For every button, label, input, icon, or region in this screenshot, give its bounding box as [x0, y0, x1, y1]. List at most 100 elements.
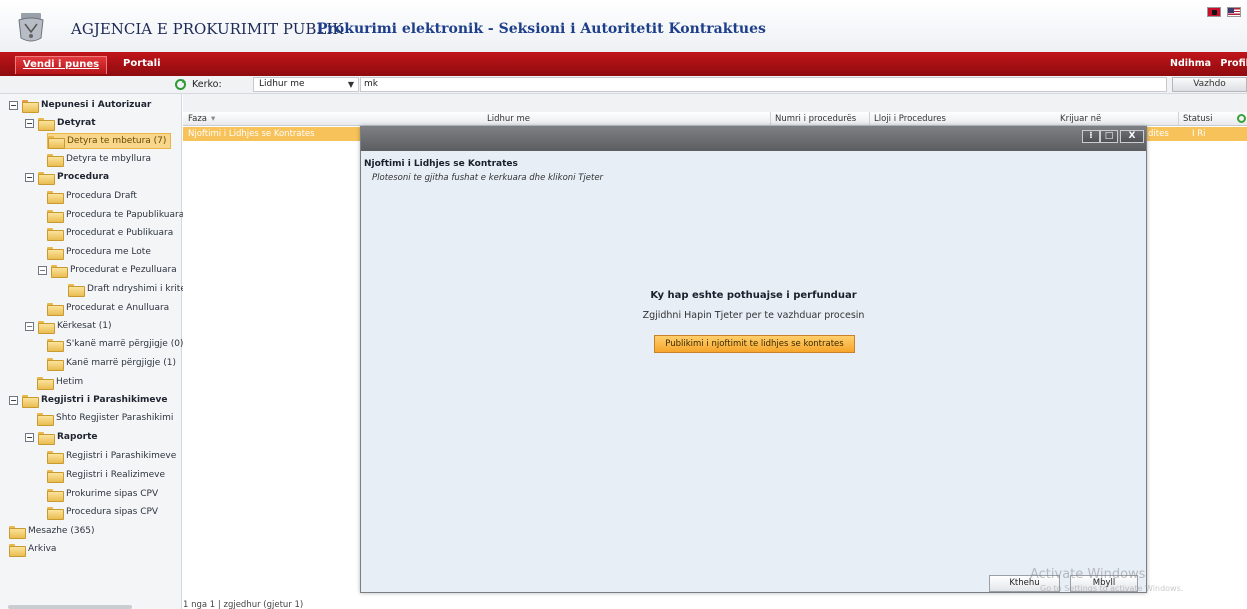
folder-icon: [47, 488, 64, 502]
dialog-close-icon[interactable]: X: [1120, 130, 1144, 143]
column-header-lloji[interactable]: Lloji i Procedures: [874, 114, 946, 124]
tree-node-procedurat-e-publikuara[interactable]: Procedurat e Publikuara: [47, 225, 173, 241]
header: AGJENCIA E PROKURIMIT PUBLIK Prokurimi e…: [0, 0, 1247, 52]
tree-node-detyra-te-mbyllura[interactable]: Detyra te mbyllura: [47, 151, 151, 167]
tree-node-regjistri-realizimeve[interactable]: Regjistri i Realizimeve: [47, 467, 165, 483]
dialog-titlebar[interactable]: ⁝ □ X: [361, 127, 1146, 151]
tree-node-regjistri-i-parashikimeve[interactable]: − Regjistri i Parashikimeve: [9, 392, 168, 408]
column-header-lidhur-me[interactable]: Lidhur me: [487, 114, 530, 124]
tree-node-procedura-sipas-cpv[interactable]: Procedura sipas CPV: [47, 504, 158, 520]
tab-portali[interactable]: Portali: [123, 58, 161, 69]
folder-icon: [47, 209, 64, 223]
help-link[interactable]: Ndihma: [1170, 58, 1211, 69]
tree-node-arkiva[interactable]: Arkiva: [9, 541, 56, 557]
collapse-toggle-icon[interactable]: −: [25, 432, 34, 442]
tree-node-kerkesat[interactable]: − Kërkesat (1): [25, 318, 111, 334]
column-header-faza[interactable]: Faza: [188, 114, 207, 124]
tree-node-raporte[interactable]: − Raporte: [25, 429, 97, 445]
tree-node-label: Regjistri i Parashikimeve: [41, 395, 168, 405]
tree-node-label: S'kanë marrë përgjigje (0): [66, 339, 184, 349]
folder-icon: [47, 357, 64, 371]
publish-notice-button[interactable]: Publikimi i njoftimit te lidhjes se kont…: [654, 335, 855, 353]
dialog-pin-icon[interactable]: ⁝: [1082, 130, 1100, 143]
folder-icon: [47, 153, 64, 167]
folder-icon: [37, 412, 54, 426]
tree-node-label: Regjistri i Parashikimeve: [66, 451, 177, 461]
folder-icon: [48, 135, 65, 149]
collapse-toggle-icon[interactable]: −: [38, 265, 47, 275]
sort-desc-icon[interactable]: ▾: [211, 114, 215, 124]
folder-icon: [47, 338, 64, 352]
folder-icon: [37, 376, 54, 390]
grid-refresh-icon[interactable]: [1237, 114, 1246, 123]
tree-node-label: Procedura sipas CPV: [66, 507, 159, 517]
search-field-value: Lidhur me: [259, 79, 305, 89]
tree-node-label: Shto Regjister Parashikimi: [56, 413, 174, 423]
chevron-down-icon: ▼: [347, 80, 354, 89]
tree-node-shto-regjister[interactable]: Shto Regjister Parashikimi: [37, 410, 173, 426]
tree-node-kane-marre-pergjigje[interactable]: Kanë marrë përgjigje (1): [47, 355, 176, 371]
collapse-toggle-icon[interactable]: −: [9, 100, 18, 110]
tab-vendi-i-punes[interactable]: Vendi i punes: [15, 56, 107, 74]
tree-node-label: Procedurat e Anulluara: [66, 303, 170, 313]
folder-icon: [9, 525, 26, 539]
row-date-cell: dites: [1148, 129, 1169, 139]
contract-notice-dialog: ⁝ □ X Njoftimi i Lidhjes se Kontrates Pl…: [360, 126, 1147, 593]
tree-node-label: Mesazhe (365): [28, 526, 95, 536]
search-label: Kerko:: [192, 79, 222, 90]
tree-node-label: Nepunesi i Autorizuar: [41, 100, 152, 110]
app-window: AGJENCIA E PROKURIMIT PUBLIK Prokurimi e…: [0, 0, 1247, 609]
collapse-toggle-icon[interactable]: −: [9, 395, 18, 405]
folder-icon: [38, 320, 55, 334]
tree-node-label: Detyra te mbyllura: [66, 154, 152, 164]
tree-node-procedurat-e-pezulluara[interactable]: − Procedurat e Pezulluara: [38, 262, 177, 278]
grid-pager: 1 nga 1 | zgjedhur (gjetur 1): [183, 600, 304, 609]
column-divider: [1178, 112, 1179, 126]
tree-node-label: Arkiva: [28, 544, 57, 554]
activate-windows-watermark: Activate Windows: [1030, 567, 1146, 582]
column-divider: [869, 112, 870, 126]
tree-node-detyra-te-mbetura[interactable]: Detyra te mbetura (7): [47, 133, 172, 149]
tree-node-procedurat-e-anulluara[interactable]: Procedurat e Anulluara: [47, 300, 169, 316]
column-header-statusi[interactable]: Statusi: [1183, 114, 1212, 124]
tree-node-detyrat[interactable]: − Detyrat: [25, 115, 96, 131]
dialog-maximize-icon[interactable]: □: [1100, 130, 1118, 143]
english-flag-icon[interactable]: [1227, 7, 1241, 17]
tree-node-mesazhe[interactable]: Mesazhe (365): [9, 523, 95, 539]
collapse-toggle-icon[interactable]: −: [25, 321, 34, 331]
collapse-toggle-icon[interactable]: −: [25, 118, 34, 128]
tree-node-label: Procedura Draft: [66, 191, 137, 201]
my-profile-link[interactable]: Profili im: [1220, 58, 1247, 69]
tree-node-label: Detyrat: [57, 118, 96, 128]
search-field-select[interactable]: Lidhur me ▼: [253, 77, 359, 92]
column-divider: [770, 112, 771, 126]
tree-node-label: Procedura: [57, 172, 110, 182]
tree-node-procedura-me-lote[interactable]: Procedura me Lote: [47, 244, 151, 260]
coat-of-arms-logo: [18, 13, 44, 42]
tree-node-nepunesi[interactable]: − Nepunesi i Autorizuar: [9, 97, 151, 113]
refresh-icon[interactable]: [174, 78, 187, 91]
tree-node-raport-regjistri-parashikimeve[interactable]: Regjistri i Parashikimeve: [47, 448, 176, 464]
tree-node-prokurime-sipas-cpv[interactable]: Prokurime sipas CPV: [47, 486, 158, 502]
tree-node-skane-marre-pergjigje[interactable]: S'kanë marrë përgjigje (0): [47, 336, 183, 352]
tree-node-hetim[interactable]: Hetim: [37, 374, 83, 390]
continue-button[interactable]: Vazhdo: [1172, 77, 1247, 92]
tree-node-procedura-draft[interactable]: Procedura Draft: [47, 188, 137, 204]
albanian-flag-icon[interactable]: [1207, 7, 1221, 17]
folder-icon: [38, 431, 55, 445]
folder-icon: [47, 246, 64, 260]
tree-node-label: Procedura te Papublikuara: [66, 210, 185, 220]
folder-icon: [9, 543, 26, 557]
tree-node-procedura-te-papublikuara[interactable]: Procedura te Papublikuara: [47, 207, 184, 223]
column-header-numri[interactable]: Numri i procedurës: [775, 114, 856, 124]
column-header-krijuar-ne[interactable]: Krijuar në: [1060, 114, 1101, 124]
step-subtitle: Zgjidhni Hapin Tjeter per te vazhduar pr…: [642, 310, 865, 321]
activate-windows-subtext: Go to Settings to activate Windows.: [1040, 584, 1184, 593]
collapse-toggle-icon[interactable]: −: [25, 172, 34, 182]
sidebar-scrollbar[interactable]: [8, 605, 132, 609]
search-input[interactable]: mk: [360, 77, 1167, 92]
step-title: Ky hap eshte pothuajse i perfunduar: [650, 290, 857, 301]
row-faza-cell: Njoftimi i Lidhjes se Kontrates: [188, 129, 315, 139]
agency-name: AGJENCIA E PROKURIMIT PUBLIK: [71, 20, 344, 38]
tree-node-procedura[interactable]: − Procedura: [25, 169, 109, 185]
